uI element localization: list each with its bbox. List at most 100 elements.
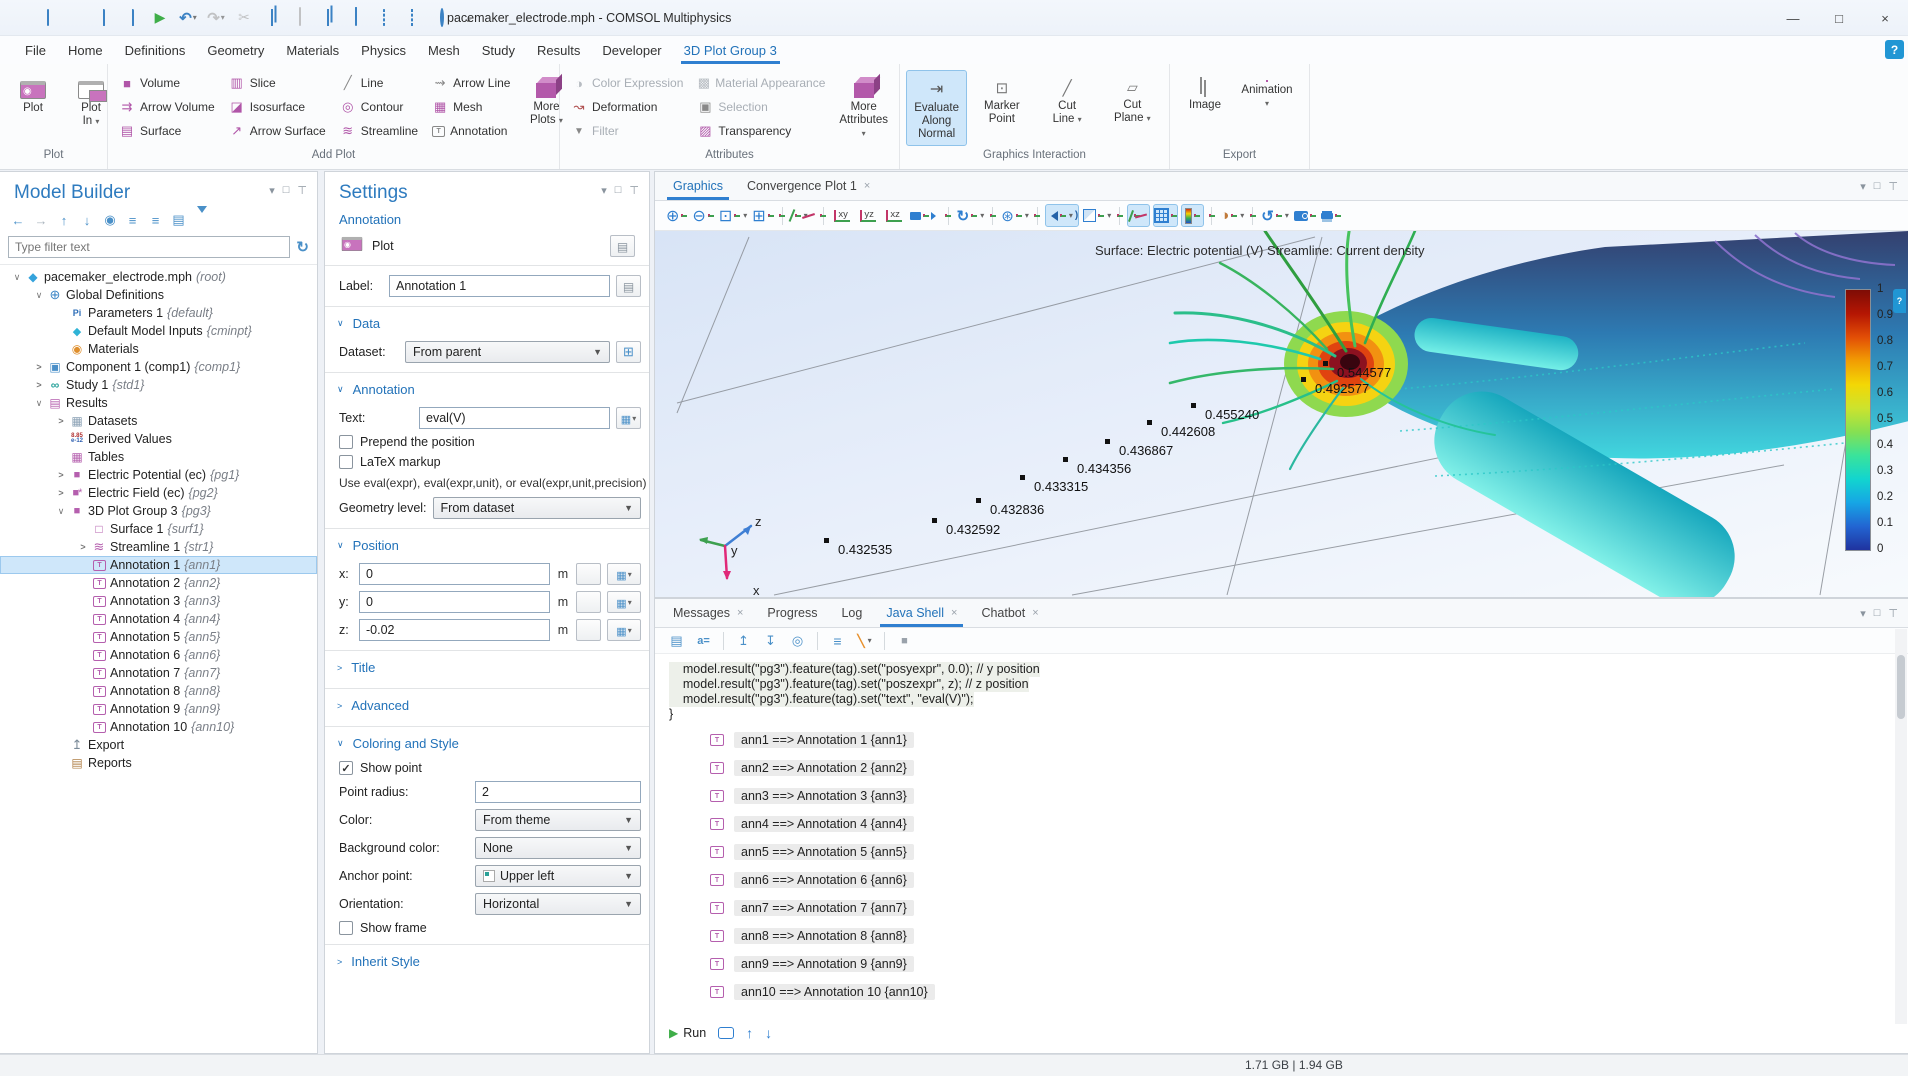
section-chevron[interactable]: ∨ bbox=[337, 318, 344, 329]
section-chevron[interactable]: ∨ bbox=[337, 384, 344, 395]
qat-button[interactable]: ▾ bbox=[92, 6, 116, 30]
tree-item[interactable]: Global Definitions bbox=[0, 286, 317, 304]
annotation-text-input[interactable]: eval(V) bbox=[419, 407, 610, 429]
toolbar-button[interactable]: ↓ bbox=[77, 210, 97, 230]
zoom-out-icon[interactable]: ▾ bbox=[691, 204, 714, 227]
ribbon-big-button[interactable]: Animation ▾ bbox=[1238, 70, 1296, 115]
scroll-top-icon[interactable]: ▾ bbox=[732, 629, 755, 652]
tree-item[interactable]: Study 1 {std1} bbox=[0, 376, 317, 394]
ribbon-big-button[interactable]: EvaluateAlong Normal ▾ bbox=[906, 70, 967, 146]
ribbon-item[interactable]: Arrow Line bbox=[427, 72, 515, 94]
text-options-button[interactable]: ▾ bbox=[616, 407, 641, 429]
menu-tab[interactable]: Results bbox=[526, 36, 591, 64]
help-tab-button[interactable]: ? bbox=[1893, 289, 1906, 313]
splitter[interactable] bbox=[650, 171, 654, 1054]
console-tab[interactable]: Progress × bbox=[755, 599, 829, 627]
view-camera-icon[interactable]: ▾ bbox=[909, 204, 941, 227]
go-to-yz-view-icon[interactable]: yz ▾ bbox=[857, 204, 880, 227]
panel-controls[interactable]: ▾□⊤ bbox=[1860, 180, 1898, 193]
grid-toggle-icon[interactable]: ▾ bbox=[1153, 204, 1178, 227]
console-tab[interactable]: Chatbot × bbox=[969, 599, 1050, 627]
x-position-input[interactable]: 0 bbox=[359, 563, 550, 585]
environment-reflections-icon[interactable]: ▾ bbox=[1260, 204, 1290, 227]
wrap-icon[interactable]: ▾ bbox=[826, 629, 849, 652]
qat-button[interactable]: ▾ bbox=[372, 6, 396, 30]
color-legend-toggle-icon[interactable]: ▾ bbox=[1181, 204, 1204, 227]
dataset-select[interactable]: From parent▼ bbox=[405, 341, 610, 363]
tree-item[interactable]: Annotation 1 {ann1} bbox=[0, 556, 317, 574]
qat-button[interactable]: ▾ bbox=[120, 6, 144, 30]
ribbon-item[interactable]: Contour bbox=[335, 96, 423, 118]
y-position-input[interactable]: 0 bbox=[359, 591, 550, 613]
console-tab[interactable]: Messages × bbox=[661, 599, 755, 627]
ribbon-item[interactable]: Transparency bbox=[692, 120, 830, 142]
graphics-tool[interactable]: ▾ bbox=[1119, 207, 1120, 225]
toolbar-button[interactable]: ≡ bbox=[146, 210, 166, 230]
tree-expander[interactable] bbox=[32, 362, 46, 372]
run-button[interactable]: Run bbox=[669, 1026, 706, 1040]
section-header-advanced[interactable]: Advanced bbox=[351, 698, 409, 713]
transparency-toggle-icon[interactable]: ▾ bbox=[1082, 204, 1112, 227]
close-icon[interactable]: × bbox=[951, 607, 957, 619]
section-header-position[interactable]: Position bbox=[353, 538, 399, 553]
menu-tab[interactable]: Geometry bbox=[196, 36, 275, 64]
section-chevron[interactable]: > bbox=[337, 701, 342, 711]
ribbon-item[interactable]: Mesh bbox=[427, 96, 515, 118]
axis-orientation-toggle-icon[interactable]: ▾ bbox=[1127, 204, 1150, 227]
refresh-icon[interactable] bbox=[296, 238, 309, 256]
z-range-button[interactable] bbox=[576, 619, 601, 641]
ribbon-item[interactable]: Slice bbox=[224, 72, 331, 94]
section-header-data[interactable]: Data bbox=[353, 316, 380, 331]
tree-item[interactable]: Component 1 (comp1) {comp1} bbox=[0, 358, 317, 376]
menu-tab[interactable]: Materials bbox=[275, 36, 350, 64]
z-unit-menu-button[interactable]: ▾ bbox=[607, 619, 641, 641]
toolbar-button[interactable] bbox=[192, 210, 212, 230]
ribbon-item[interactable]: Line bbox=[335, 72, 423, 94]
qat-button[interactable]: ▾ bbox=[344, 6, 368, 30]
panel-controls[interactable]: ▾□⊤ bbox=[269, 184, 307, 197]
ribbon-big-button[interactable]: Plot ▾ bbox=[6, 70, 60, 120]
scroll-bottom-icon[interactable]: ▾ bbox=[759, 629, 782, 652]
tree-expander[interactable] bbox=[54, 470, 68, 480]
graphics-tab[interactable]: Graphics × bbox=[661, 172, 735, 200]
toolbar-button[interactable]: ◉ bbox=[100, 210, 120, 230]
qat-button[interactable]: ▾ bbox=[400, 6, 424, 30]
menu-tab[interactable]: Mesh bbox=[417, 36, 471, 64]
menu-tab[interactable]: Physics bbox=[350, 36, 417, 64]
tree-item[interactable]: Streamline 1 {str1} bbox=[0, 538, 317, 556]
tree-item[interactable]: pacemaker_electrode.mph (root) bbox=[0, 268, 317, 286]
default-3d-view-icon[interactable]: ▾ bbox=[790, 204, 816, 227]
tree-item[interactable]: Default Model Inputs {cminpt} bbox=[0, 322, 317, 340]
snapshot-icon[interactable]: ▾ bbox=[1293, 204, 1317, 227]
tree-item[interactable]: Annotation 7 {ann7} bbox=[0, 664, 317, 682]
ribbon-item[interactable]: Material Appearance bbox=[692, 72, 830, 94]
menu-tab[interactable]: Developer bbox=[591, 36, 672, 64]
close-icon[interactable]: × bbox=[737, 607, 743, 619]
toolbar-button[interactable]: → bbox=[31, 210, 51, 230]
close-icon[interactable]: × bbox=[1032, 607, 1038, 619]
ribbon-item[interactable]: Isosurface bbox=[224, 96, 331, 118]
qat-button[interactable]: ▾ bbox=[288, 6, 312, 30]
rename-button[interactable] bbox=[616, 275, 641, 297]
tree-item[interactable]: Annotation 6 {ann6} bbox=[0, 646, 317, 664]
splitter[interactable] bbox=[318, 171, 324, 1054]
menu-tab[interactable]: Study bbox=[471, 36, 526, 64]
tree-expander[interactable] bbox=[54, 416, 68, 426]
tree-item[interactable]: Annotation 4 {ann4} bbox=[0, 610, 317, 628]
qat-button[interactable]: ▾ bbox=[316, 6, 340, 30]
qat-button[interactable]: ▾ bbox=[8, 6, 32, 30]
ribbon-item[interactable]: Volume bbox=[114, 72, 220, 94]
go-to-xz-view-icon[interactable]: xz ▾ bbox=[883, 204, 906, 227]
graphics-tool[interactable]: ▾ bbox=[1037, 207, 1038, 225]
panel-controls[interactable]: ▾□⊤ bbox=[1860, 607, 1898, 620]
console-tab[interactable]: Log × bbox=[829, 599, 874, 627]
zoom-box-icon[interactable]: ▾ bbox=[718, 204, 748, 227]
graphics-tool[interactable]: ▾ bbox=[823, 207, 824, 225]
y-range-button[interactable] bbox=[576, 591, 601, 613]
minimize-button[interactable]: — bbox=[1770, 0, 1816, 36]
tree-expander[interactable] bbox=[32, 290, 46, 301]
x-range-button[interactable] bbox=[576, 563, 601, 585]
help-button[interactable]: ? bbox=[1885, 40, 1904, 59]
qat-button[interactable]: ▾ bbox=[204, 6, 228, 30]
graphics-tool[interactable]: ▾ bbox=[1211, 207, 1212, 225]
